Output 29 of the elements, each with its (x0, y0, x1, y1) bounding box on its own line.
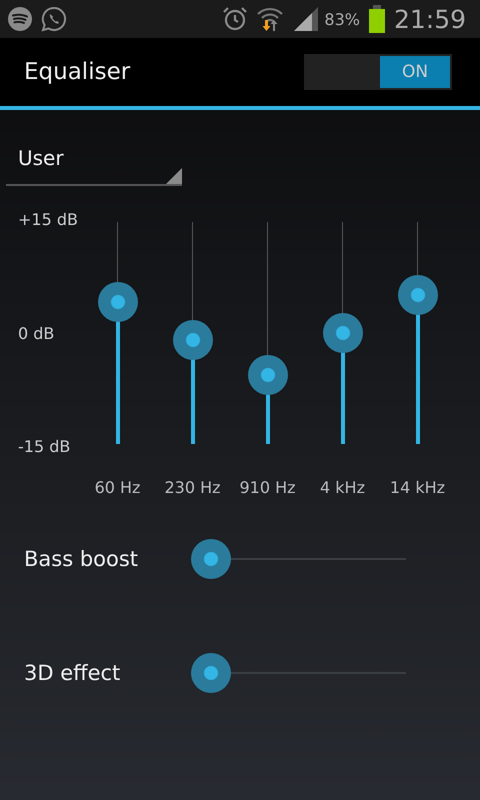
battery-icon (368, 5, 386, 33)
effect-label: Bass boost (23, 547, 140, 571)
effect-label: 3D effect (23, 661, 122, 685)
slider-thumb[interactable] (191, 653, 231, 693)
dropdown-corner-icon (166, 168, 182, 184)
screen-title: Equaliser (24, 59, 130, 85)
chat-app-icon (41, 6, 67, 32)
frequency-label: 230 Hz (163, 478, 222, 497)
music-app-icon (7, 6, 33, 32)
frequency-label: 4 kHz (319, 478, 366, 497)
wifi-icon (256, 5, 284, 33)
slider-thumb[interactable] (98, 282, 138, 322)
slider-thumb[interactable] (172, 320, 212, 360)
preset-dropdown[interactable]: User (6, 134, 182, 186)
signal-icon (292, 5, 320, 33)
slider-thumb[interactable] (322, 313, 362, 353)
toggle-thumb: ON (380, 56, 450, 88)
scale-label: 0 dB (17, 324, 56, 342)
slider-thumb[interactable] (191, 539, 231, 579)
alarm-icon (222, 6, 248, 32)
frequency-label: 14 kHz (388, 478, 446, 497)
slider-thumb[interactable] (398, 275, 438, 316)
clock: 21:59 (394, 4, 466, 34)
frequency-label: 60 Hz (94, 478, 142, 497)
battery-percent: 83% (324, 10, 360, 28)
scale-label: -15 dB (17, 437, 72, 456)
scale-label: +15 dB (17, 210, 79, 229)
frequency-label: 910 Hz (238, 478, 297, 497)
slider-thumb[interactable] (248, 355, 288, 396)
